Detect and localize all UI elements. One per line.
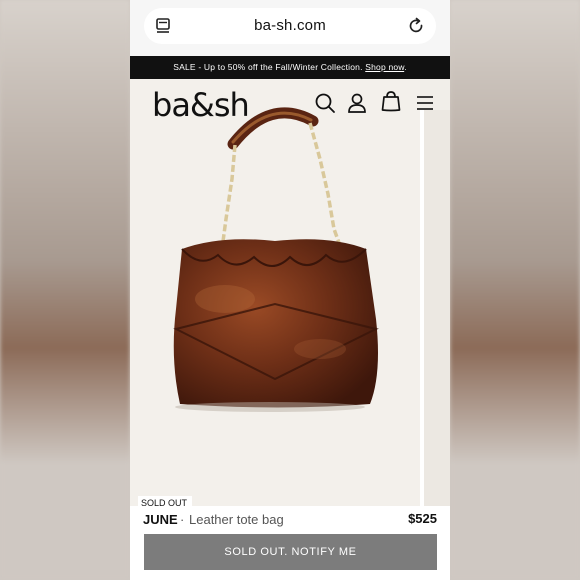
name-separator: · <box>180 512 185 527</box>
promo-banner: SALE - Up to 50% off the Fall/Winter Col… <box>130 56 450 79</box>
next-image-peek[interactable] <box>424 110 450 510</box>
notify-me-button[interactable]: SOLD OUT. NOTIFY ME <box>144 534 437 570</box>
shop-now-link[interactable]: Shop now <box>365 62 404 72</box>
sold-out-badge: SOLD OUT <box>138 496 192 510</box>
promo-tail: . <box>404 62 407 72</box>
cta-area: SOLD OUT. NOTIFY ME <box>130 532 450 580</box>
bag-icon[interactable] <box>380 90 402 112</box>
url-text[interactable]: ba-sh.com <box>144 17 436 34</box>
reload-icon[interactable] <box>406 16 426 36</box>
bag-illustration <box>173 107 379 412</box>
promo-text: SALE - Up to 50% off the Fall/Winter Col… <box>173 62 366 72</box>
product-name[interactable]: JUNE <box>143 512 178 527</box>
background-blur-right <box>450 0 580 580</box>
product-price: $525 <box>408 511 437 526</box>
menu-icon[interactable] <box>415 92 435 114</box>
product-image[interactable] <box>130 79 420 509</box>
background-blur-left <box>0 0 130 580</box>
account-icon[interactable] <box>346 92 368 114</box>
address-bar[interactable]: ba-sh.com <box>144 8 436 44</box>
product-type: Leather tote bag <box>189 512 284 527</box>
phone-screen: ba-sh.com SALE - Up to 50% off the Fall/… <box>130 0 450 580</box>
search-icon[interactable] <box>314 92 336 114</box>
browser-bar: ba-sh.com <box>130 0 450 56</box>
logo[interactable]: ba&sh <box>152 86 250 124</box>
